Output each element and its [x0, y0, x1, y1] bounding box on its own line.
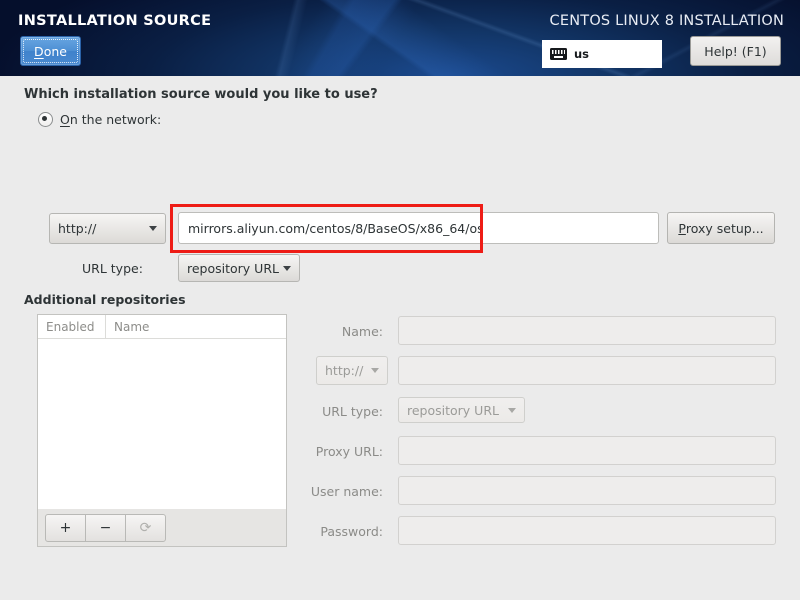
- repo-proxy-url-input: [398, 436, 776, 465]
- url-type-label: URL type:: [82, 261, 143, 276]
- column-header-enabled[interactable]: Enabled: [38, 315, 106, 338]
- keyboard-icon: [550, 48, 567, 60]
- repo-protocol-value: http://: [325, 363, 364, 378]
- radio-on-the-network[interactable]: On the network:: [38, 112, 161, 127]
- additional-repositories-panel: Enabled Name + − ⟳: [37, 314, 287, 547]
- chevron-down-icon: [371, 368, 379, 373]
- repo-user-name-label: User name:: [310, 484, 383, 499]
- reset-repo-button: ⟳: [125, 513, 166, 542]
- repo-url-type-dropdown: repository URL: [398, 397, 525, 423]
- chevron-down-icon: [508, 407, 516, 413]
- done-accel: D: [34, 43, 44, 59]
- protocol-dropdown[interactable]: http://: [49, 213, 166, 244]
- chevron-down-icon: [283, 265, 291, 271]
- repo-password-input: [398, 516, 776, 545]
- repo-protocol-dropdown: http://: [316, 356, 388, 385]
- repo-user-name-input: [398, 476, 776, 505]
- repo-proxy-url-label: Proxy URL:: [315, 444, 383, 459]
- repo-name-input: [398, 316, 776, 345]
- proxy-setup-label: roxy setup...: [685, 220, 764, 236]
- url-type-dropdown[interactable]: repository URL: [178, 254, 300, 282]
- repo-url-type-label: URL type:: [322, 404, 383, 419]
- repo-url-input: [398, 356, 776, 385]
- protocol-dropdown-value: http://: [58, 221, 97, 236]
- additional-repositories-title: Additional repositories: [24, 292, 186, 307]
- proxy-setup-button[interactable]: Proxy setup...: [667, 212, 775, 244]
- source-url-value: mirrors.aliyun.com/centos/8/BaseOS/x86_6…: [188, 220, 484, 236]
- installer-header: INSTALLATION SOURCE CENTOS LINUX 8 INSTA…: [0, 0, 800, 76]
- source-question: Which installation source would you like…: [24, 87, 378, 102]
- page-title: INSTALLATION SOURCE: [18, 13, 212, 29]
- radio-on-the-network-label: On the network:: [60, 112, 161, 127]
- repo-url-type-value: repository URL: [407, 402, 499, 418]
- repo-name-label: Name:: [341, 324, 383, 339]
- chevron-down-icon: [149, 226, 157, 231]
- radio-accel: O: [60, 112, 70, 127]
- done-button[interactable]: Done: [20, 36, 81, 66]
- radio-rest: n the network:: [69, 112, 162, 127]
- done-label: one: [43, 43, 67, 59]
- help-button[interactable]: Help! (F1): [690, 36, 781, 66]
- url-type-dropdown-value: repository URL: [187, 260, 279, 276]
- help-label: Help! (F1): [704, 43, 767, 59]
- source-url-input[interactable]: mirrors.aliyun.com/centos/8/BaseOS/x86_6…: [178, 212, 659, 244]
- installation-source-body: Which installation source would you like…: [0, 76, 800, 600]
- remove-repo-button[interactable]: −: [85, 513, 126, 542]
- keyboard-layout-label: us: [574, 47, 590, 61]
- radio-indicator-selected: [38, 112, 53, 127]
- keyboard-layout-indicator[interactable]: us: [542, 40, 662, 68]
- distro-title: CENTOS LINUX 8 INSTALLATION: [549, 13, 784, 29]
- add-repo-button[interactable]: +: [45, 513, 86, 542]
- proxy-setup-accel: P: [678, 220, 686, 236]
- repo-password-label: Password:: [320, 524, 383, 539]
